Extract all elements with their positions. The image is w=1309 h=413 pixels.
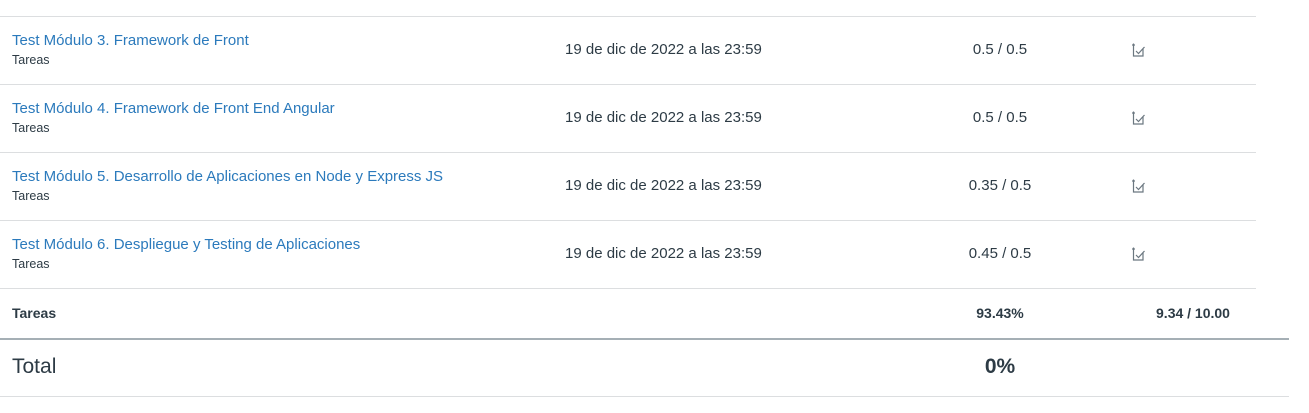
assignment-row: Test Módulo 4. Framework de Front End An…: [0, 85, 1256, 153]
group-total-label: Tareas: [12, 305, 57, 321]
submission-check-icon[interactable]: [1129, 110, 1147, 128]
score: 0.5 / 0.5: [972, 109, 1028, 126]
score: 0.35 / 0.5: [968, 177, 1032, 194]
submission-check-icon[interactable]: [1129, 246, 1147, 264]
row-divider: [0, 396, 1289, 397]
assignment-group-label: Tareas: [12, 257, 50, 271]
due-date: 19 de dic de 2022 a las 23:59: [565, 245, 762, 262]
assignment-title-link[interactable]: Test Módulo 3. Framework de Front: [12, 32, 249, 49]
score: 0.45 / 0.5: [968, 245, 1032, 262]
submission-check-icon[interactable]: [1129, 42, 1147, 60]
assignment-title-link[interactable]: Test Módulo 4. Framework de Front End An…: [12, 100, 335, 117]
due-date: 19 de dic de 2022 a las 23:59: [565, 109, 762, 126]
assignment-group-label: Tareas: [12, 53, 50, 67]
submission-check-icon[interactable]: [1129, 178, 1147, 196]
final-total-label: Total: [12, 355, 57, 378]
assignment-row: Test Módulo 6. Despliegue y Testing de A…: [0, 221, 1256, 289]
final-total-row: Total 0%: [0, 340, 1309, 396]
due-date: 19 de dic de 2022 a las 23:59: [565, 177, 762, 194]
due-date: 19 de dic de 2022 a las 23:59: [565, 41, 762, 58]
group-total-row: Tareas 93.43% 9.34 / 10.00: [0, 289, 1256, 339]
assignment-title-link[interactable]: Test Módulo 6. Despliegue y Testing de A…: [12, 236, 360, 253]
assignment-row: Test Módulo 5. Desarrollo de Aplicacione…: [0, 153, 1256, 221]
assignment-group-label: Tareas: [12, 189, 50, 203]
group-total-percent: 93.43%: [976, 305, 1024, 321]
score: 0.5 / 0.5: [972, 41, 1028, 58]
final-total-percent: 0%: [984, 355, 1016, 378]
assignment-row: Test Módulo 3. Framework de Front Tareas…: [0, 17, 1256, 85]
assignment-title-link[interactable]: Test Módulo 5. Desarrollo de Aplicacione…: [12, 168, 443, 185]
group-total-points: 9.34 / 10.00: [1156, 305, 1230, 321]
grades-table: Test Módulo 3. Framework de Front Tareas…: [0, 0, 1309, 413]
assignment-group-label: Tareas: [12, 121, 50, 135]
